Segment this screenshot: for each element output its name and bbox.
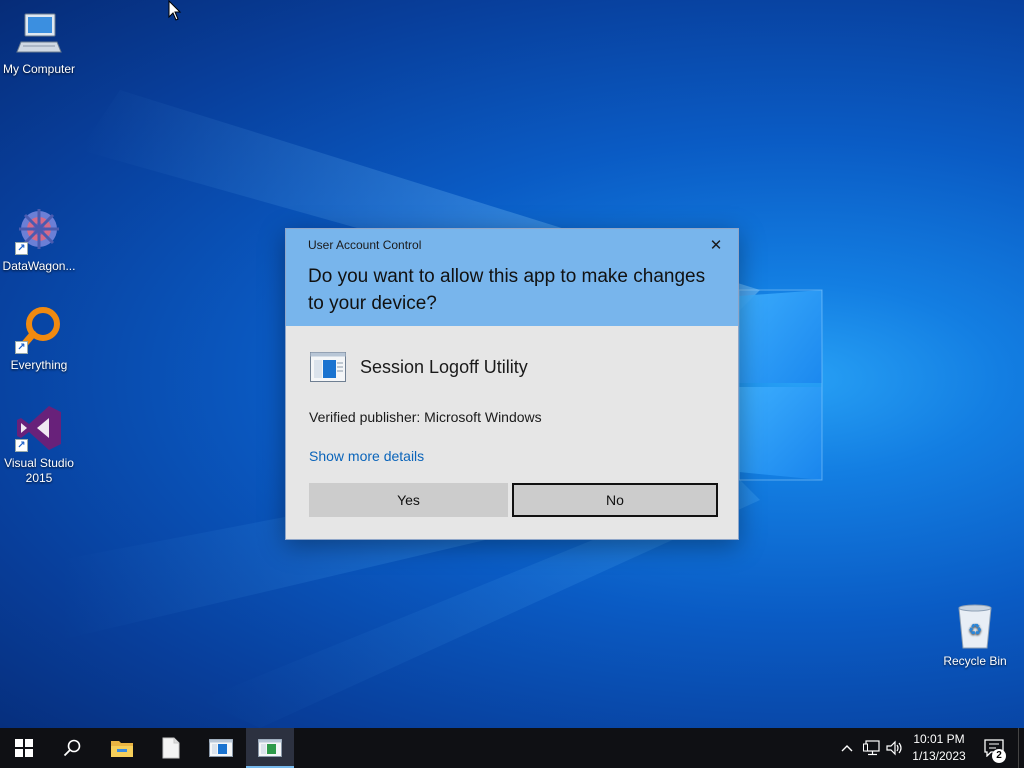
taskbar-clock[interactable]: 10:01 PM 1/13/2023: [904, 731, 974, 765]
uac-dialog: User Account Control ✕ Do you want to al…: [285, 228, 739, 540]
shortcut-arrow-icon: ↗: [15, 439, 28, 452]
taskbar-file-explorer[interactable]: [98, 728, 146, 768]
desktop-icon-datawagon[interactable]: ↗ DataWagon...: [0, 207, 78, 274]
visual-studio-icon: ↗: [15, 404, 63, 452]
taskbar-uac-app[interactable]: [246, 728, 294, 768]
computer-icon: [15, 10, 63, 58]
clock-time: 10:01 PM: [913, 732, 965, 746]
verified-publisher: Verified publisher: Microsoft Windows: [309, 409, 542, 425]
search-button[interactable]: [48, 728, 96, 768]
desktop-icon-label: Everything: [10, 358, 68, 372]
search-icon: [63, 739, 81, 757]
yes-button[interactable]: Yes: [309, 483, 508, 517]
notepad-icon: [162, 737, 180, 759]
taskbar: 10:01 PM 1/13/2023 2: [0, 728, 1024, 768]
everything-search-icon: ↗: [15, 306, 63, 354]
shortcut-arrow-icon: ↗: [15, 341, 28, 354]
no-button[interactable]: No: [512, 483, 718, 517]
shortcut-arrow-icon: ↗: [15, 242, 28, 255]
svg-text:♻: ♻: [968, 620, 982, 639]
close-button[interactable]: ✕: [702, 235, 730, 257]
app-window-icon: [209, 739, 233, 757]
start-button[interactable]: [0, 728, 48, 768]
desktop-icon-label: DataWagon...: [2, 259, 76, 273]
recycle-bin-icon: ♻: [951, 602, 999, 650]
notification-count-badge: 2: [992, 749, 1006, 763]
desktop-background: My Computer ↗ DataWagon... ↗ Everything …: [0, 0, 1024, 728]
volume-button[interactable]: [884, 728, 906, 768]
dialog-title: User Account Control: [308, 238, 422, 252]
tray-overflow-button[interactable]: [836, 728, 858, 768]
start-icon: [15, 739, 33, 757]
desktop-icon-label: Recycle Bin: [943, 654, 1007, 668]
dialog-question: Do you want to allow this app to make ch…: [308, 266, 706, 314]
volume-icon: [886, 740, 902, 756]
clock-date: 1/13/2023: [912, 749, 966, 763]
mouse-cursor-icon: [168, 0, 182, 21]
datawagon-icon: ↗: [15, 207, 63, 255]
desktop-icon-my-computer[interactable]: My Computer: [0, 10, 78, 77]
desktop-icon-recycle-bin[interactable]: ♻ Recycle Bin: [936, 602, 1014, 669]
desktop-icon-label: My Computer: [2, 62, 76, 76]
taskbar-app-window[interactable]: [197, 728, 245, 768]
dialog-header: User Account Control ✕ Do you want to al…: [286, 229, 738, 326]
close-icon: ✕: [709, 237, 723, 254]
file-explorer-icon: [111, 741, 133, 757]
network-button[interactable]: [860, 728, 884, 768]
app-window-icon: [310, 352, 346, 382]
show-more-details-link[interactable]: Show more details: [309, 448, 424, 464]
network-icon: [863, 740, 880, 756]
taskbar-notepad[interactable]: [147, 728, 195, 768]
action-center-button[interactable]: 2: [978, 728, 1012, 768]
desktop-icon-label: Visual Studio 2015: [4, 456, 74, 485]
desktop-icon-everything[interactable]: ↗ Everything: [0, 306, 78, 373]
uac-app-icon: [258, 739, 282, 757]
app-name: Session Logoff Utility: [360, 357, 528, 377]
show-desktop-button[interactable]: [1018, 728, 1024, 768]
chevron-up-icon: [841, 745, 853, 752]
desktop-icon-visual-studio[interactable]: ↗ Visual Studio 2015: [0, 404, 78, 486]
